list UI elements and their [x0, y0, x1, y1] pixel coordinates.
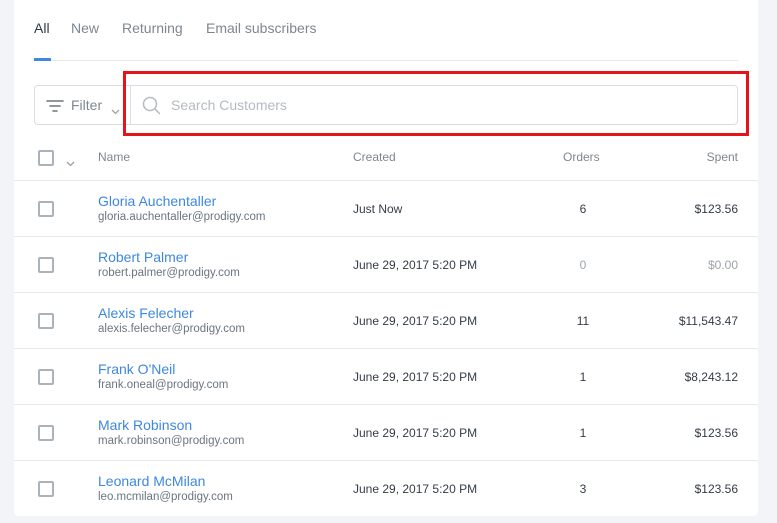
filter-label: Filter	[71, 97, 103, 113]
order-count: 3	[579, 482, 587, 496]
column-header-spent[interactable]: Spent	[707, 150, 738, 164]
tab-email-subscribers[interactable]: Email subscribers	[206, 20, 316, 36]
created-date: June 29, 2017 5:20 PM	[353, 426, 478, 440]
customer-email: gloria.auchentaller@prodigy.com	[98, 211, 266, 223]
amount-spent: $8,243.12	[684, 370, 738, 384]
amount-spent: $11,543.47	[678, 314, 738, 328]
filter-icon	[46, 99, 64, 117]
table-row: Robert Palmer robert.palmer@prodigy.com …	[14, 237, 758, 293]
select-all-checkbox[interactable]	[38, 150, 54, 166]
amount-spent: $123.56	[694, 202, 738, 216]
customer-name-link[interactable]: Mark Robinson	[98, 417, 192, 433]
chevron-down-icon[interactable]	[66, 154, 75, 172]
row-checkbox[interactable]	[38, 201, 54, 217]
amount-spent: $123.56	[694, 482, 738, 496]
search-box	[130, 85, 738, 125]
customer-email: leo.mcmilan@prodigy.com	[98, 491, 233, 503]
customer-name-link[interactable]: Frank O'Neil	[98, 361, 175, 377]
order-count: 0	[579, 258, 587, 272]
customer-name-link[interactable]: Leonard McMilan	[98, 473, 205, 489]
table-row: Mark Robinson mark.robinson@prodigy.com …	[14, 405, 758, 461]
created-date: Just Now	[353, 202, 403, 216]
tab-all[interactable]: All	[34, 20, 50, 36]
created-date: June 29, 2017 5:20 PM	[353, 370, 478, 384]
table-row: Frank O'Neil frank.oneal@prodigy.com Jun…	[14, 349, 758, 405]
table-row: Leonard McMilan leo.mcmilan@prodigy.com …	[14, 461, 758, 517]
created-date: June 29, 2017 5:20 PM	[353, 314, 478, 328]
tab-new[interactable]: New	[71, 20, 99, 36]
table-row: Alexis Felecher alexis.felecher@prodigy.…	[14, 293, 758, 349]
tab-returning[interactable]: Returning	[122, 20, 183, 36]
column-header-orders[interactable]: Orders	[563, 150, 600, 164]
order-count: 6	[579, 202, 587, 216]
filter-button[interactable]: Filter	[34, 85, 132, 125]
customer-tabs: All New Returning Email subscribers	[34, 0, 739, 61]
row-checkbox[interactable]	[38, 425, 54, 441]
created-date: June 29, 2017 5:20 PM	[353, 258, 478, 272]
search-input[interactable]	[171, 95, 721, 115]
column-header-name[interactable]: Name	[98, 150, 130, 164]
customer-name-link[interactable]: Gloria Auchentaller	[98, 193, 216, 209]
customer-email: frank.oneal@prodigy.com	[98, 379, 229, 391]
row-checkbox[interactable]	[38, 257, 54, 273]
order-count: 11	[576, 314, 590, 328]
order-count: 1	[579, 426, 587, 440]
row-checkbox[interactable]	[38, 481, 54, 497]
customers-card: All New Returning Email subscribers Filt…	[14, 0, 758, 516]
customer-name-link[interactable]: Robert Palmer	[98, 249, 188, 265]
customer-email: alexis.felecher@prodigy.com	[98, 323, 245, 335]
amount-spent: $123.56	[694, 426, 738, 440]
row-checkbox[interactable]	[38, 313, 54, 329]
created-date: June 29, 2017 5:20 PM	[353, 482, 478, 496]
amount-spent: $0.00	[707, 258, 738, 272]
table-row: Gloria Auchentaller gloria.auchentaller@…	[14, 181, 758, 237]
row-checkbox[interactable]	[38, 369, 54, 385]
chevron-down-icon	[111, 102, 120, 120]
customer-email: robert.palmer@prodigy.com	[98, 267, 240, 279]
customer-email: mark.robinson@prodigy.com	[98, 435, 245, 447]
search-icon	[142, 96, 161, 120]
order-count: 1	[579, 370, 587, 384]
column-header-created[interactable]: Created	[353, 150, 396, 164]
customer-name-link[interactable]: Alexis Felecher	[98, 305, 194, 321]
active-tab-indicator	[34, 58, 51, 61]
table-header: Name Created Orders Spent	[14, 136, 758, 181]
